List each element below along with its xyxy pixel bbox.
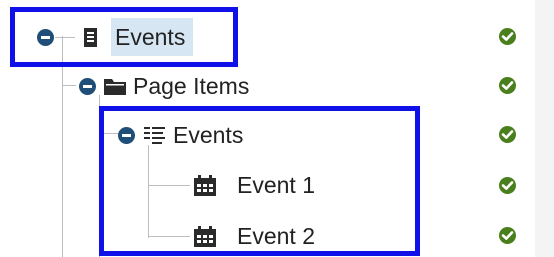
tree-node-label: Events: [111, 18, 194, 56]
list-icon: [144, 126, 166, 145]
check-circle-icon: [499, 227, 516, 244]
collapse-icon[interactable]: [118, 126, 135, 144]
tree-node-label: Event 1: [237, 172, 315, 198]
tree-node-events-root[interactable]: Events: [37, 18, 194, 56]
status-column: [535, 0, 554, 257]
tree-node-page-items[interactable]: Page Items: [79, 67, 249, 105]
tree-connector-line: [62, 36, 63, 257]
tree-node-label: Page Items: [133, 73, 250, 99]
tree-connector-line: [148, 145, 149, 238]
tree-connector-line: [99, 95, 100, 257]
tree-node-events-list[interactable]: Events: [118, 116, 243, 154]
document-icon: [84, 27, 97, 47]
tree-node-label: Events: [173, 122, 244, 148]
calendar-icon: [194, 174, 216, 196]
collapse-icon[interactable]: [79, 77, 96, 95]
folder-icon: [104, 78, 126, 95]
collapse-icon[interactable]: [37, 28, 54, 46]
content-tree-panel: Events Page Items Events Event 1 Event 2: [0, 0, 554, 257]
check-circle-icon: [499, 126, 516, 143]
tree-node-event-2[interactable]: Event 2: [194, 217, 315, 255]
tree-connector-line: [99, 133, 119, 134]
calendar-icon: [194, 225, 216, 247]
tree-connector-line: [62, 85, 76, 86]
check-circle-icon: [499, 28, 516, 45]
check-circle-icon: [499, 177, 516, 194]
check-circle-icon: [499, 77, 516, 94]
tree-connector-line: [148, 185, 190, 186]
tree-connector-line: [148, 236, 190, 237]
tree-node-event-1[interactable]: Event 1: [194, 166, 315, 204]
tree-node-label: Event 2: [237, 223, 315, 249]
